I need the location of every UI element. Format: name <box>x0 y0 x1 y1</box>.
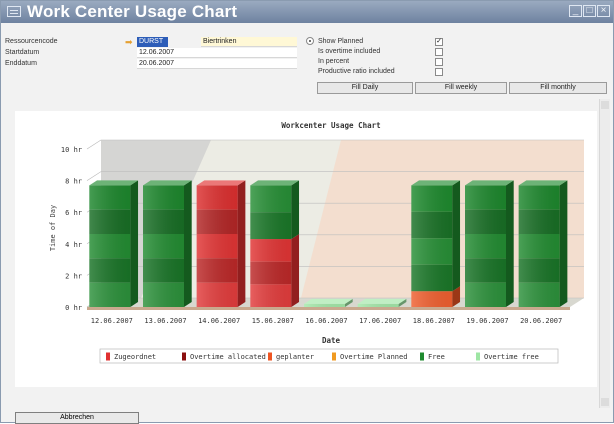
bar-side <box>291 234 300 307</box>
work-center-usage-window: Work Center Usage Chart _ □ × Ressourcen… <box>0 0 614 424</box>
bar-segment-shade <box>304 303 345 307</box>
legend-swatch <box>268 352 272 361</box>
chart-title: Workcenter Usage Chart <box>281 121 380 130</box>
bar-side <box>291 180 300 240</box>
legend-swatch <box>182 352 186 361</box>
fill-daily-button[interactable]: Fill Daily <box>317 82 413 94</box>
x-tick-label: 17.06.2007 <box>359 317 401 325</box>
legend-label: Overtime free <box>484 353 539 361</box>
start-date-label: Startdatum <box>5 49 40 56</box>
fill-weekly-button[interactable]: Fill weekly <box>415 82 507 94</box>
bar-segment-shade <box>411 291 453 307</box>
start-date-field[interactable]: 12.06.2007 <box>137 48 297 58</box>
bar-side <box>237 180 246 307</box>
productive-ratio-checkbox[interactable] <box>435 68 443 76</box>
bar-top <box>304 298 353 304</box>
end-date-label: Enddatum <box>5 60 37 67</box>
y-tick-label: 0 hr <box>65 304 82 312</box>
window-menu-icon[interactable] <box>7 6 21 17</box>
close-icon[interactable]: × <box>597 5 610 17</box>
link-arrow-icon[interactable]: ➡ <box>125 37 133 48</box>
y-axis-title: Time of Day <box>49 205 57 251</box>
bar-top <box>357 298 407 304</box>
minimize-icon[interactable]: _ <box>569 5 582 17</box>
bar-segment-shade <box>411 185 453 292</box>
gridline-left <box>86 171 102 181</box>
bar-side <box>506 180 514 307</box>
y-tick-label: 10 hr <box>61 146 82 154</box>
legend-swatch <box>332 352 336 361</box>
bar-segment-shade <box>196 185 238 307</box>
legend-swatch <box>106 352 110 361</box>
y-tick-label: 8 hr <box>65 178 82 186</box>
x-tick-label: 18.06.2007 <box>413 317 455 325</box>
x-tick-label: 16.06.2007 <box>305 317 347 325</box>
y-tick-label: 4 hr <box>65 241 82 249</box>
y-tick-label: 6 hr <box>65 209 82 217</box>
bar-top <box>250 180 300 186</box>
usage-chart-panel: 0 hr 2 hr 4 hr 6 hr 8 hr 10 hr 12.06.2007 13.06… <box>15 111 597 387</box>
bar-segment-shade <box>250 185 292 240</box>
bar-top <box>196 180 246 186</box>
vertical-scrollbar[interactable] <box>599 99 610 408</box>
bar-top <box>465 180 514 186</box>
legend-label: Free <box>428 353 445 361</box>
chart-floor-edge <box>87 307 570 310</box>
productive-ratio-label: Productive ratio included <box>318 68 395 75</box>
cancel-button[interactable]: Abbrechen <box>15 412 139 424</box>
scroll-down-icon[interactable] <box>601 398 609 406</box>
scroll-up-icon[interactable] <box>601 101 609 109</box>
bar-top <box>518 180 568 186</box>
gridline-left <box>86 139 102 150</box>
bar-side <box>130 180 139 307</box>
legend-label: geplanter <box>276 353 314 361</box>
bar-side <box>184 180 192 307</box>
legend-label: Overtime Planned <box>340 353 407 361</box>
legend-swatch <box>420 352 424 361</box>
show-planned-label: Show Planned <box>318 38 364 45</box>
bar-segment-shade <box>250 239 292 307</box>
x-tick-label: 12.06.2007 <box>91 317 133 325</box>
window-title: Work Center Usage Chart <box>27 2 238 21</box>
resource-name-field: Biertrinken <box>201 37 297 47</box>
legend-label: Overtime allocated <box>190 353 266 361</box>
legend-label: Zugeordnet <box>114 353 156 361</box>
x-tick-label: 13.06.2007 <box>144 317 186 325</box>
overtime-included-label: Is overtime included <box>318 48 381 55</box>
x-axis-title: Date <box>322 336 341 345</box>
title-bar: Work Center Usage Chart _ □ × <box>1 1 613 23</box>
bar-segment-shade <box>357 303 399 307</box>
x-tick-label: 19.06.2007 <box>466 317 508 325</box>
end-date-field[interactable]: 20.06.2007 <box>137 59 297 69</box>
bar-segment-shade <box>89 185 131 307</box>
show-planned-checkbox[interactable]: ✓ <box>435 38 443 46</box>
resource-code-label: Ressourcencode <box>5 38 58 45</box>
overtime-included-checkbox[interactable] <box>435 48 443 56</box>
in-percent-checkbox[interactable] <box>435 58 443 66</box>
x-tick-label: 15.06.2007 <box>252 317 294 325</box>
bar-segment-shade <box>143 185 184 307</box>
bar-top <box>143 180 192 186</box>
options-toggle-icon[interactable] <box>306 37 314 45</box>
fill-monthly-button[interactable]: Fill monthly <box>509 82 607 94</box>
legend-swatch <box>476 352 480 361</box>
x-tick-label: 14.06.2007 <box>198 317 240 325</box>
y-tick-label: 2 hr <box>65 272 82 280</box>
bar-segment-shade <box>518 185 560 307</box>
maximize-icon[interactable]: □ <box>583 5 596 17</box>
resource-code-field[interactable]: DURST <box>137 37 168 47</box>
bar-top <box>411 180 461 186</box>
bar-top <box>89 180 139 186</box>
in-percent-label: In percent <box>318 58 350 65</box>
bar-side <box>452 180 461 292</box>
usage-chart: 0 hr 2 hr 4 hr 6 hr 8 hr 10 hr 12.06.2007 13.06… <box>49 121 584 364</box>
bar-segment-shade <box>465 185 506 307</box>
x-tick-label: 20.06.2007 <box>520 317 562 325</box>
bar-side <box>559 180 568 307</box>
